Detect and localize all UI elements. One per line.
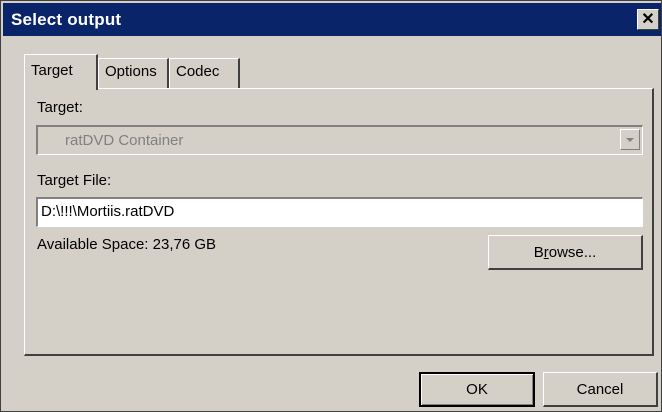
title-bar[interactable]: Select output ✕ bbox=[3, 3, 661, 36]
tab-target-label: Target bbox=[31, 62, 73, 79]
window-title: Select output bbox=[11, 10, 122, 29]
cancel-button[interactable]: Cancel bbox=[543, 372, 658, 407]
tab-options[interactable]: Options bbox=[98, 58, 169, 88]
select-output-dialog: Select output ✕ Target Options Codec Tar… bbox=[0, 0, 662, 412]
tab-target[interactable]: Target bbox=[24, 54, 98, 90]
tab-options-label: Options bbox=[105, 63, 157, 80]
ok-button[interactable]: OK bbox=[419, 372, 535, 407]
tab-codec[interactable]: Codec bbox=[169, 58, 240, 88]
close-button[interactable]: ✕ bbox=[637, 9, 659, 30]
tab-panel-target bbox=[24, 88, 654, 356]
close-icon: ✕ bbox=[641, 10, 655, 28]
ok-button-label: OK bbox=[466, 381, 488, 398]
tab-codec-label: Codec bbox=[176, 63, 220, 80]
cancel-button-label: Cancel bbox=[576, 380, 624, 398]
